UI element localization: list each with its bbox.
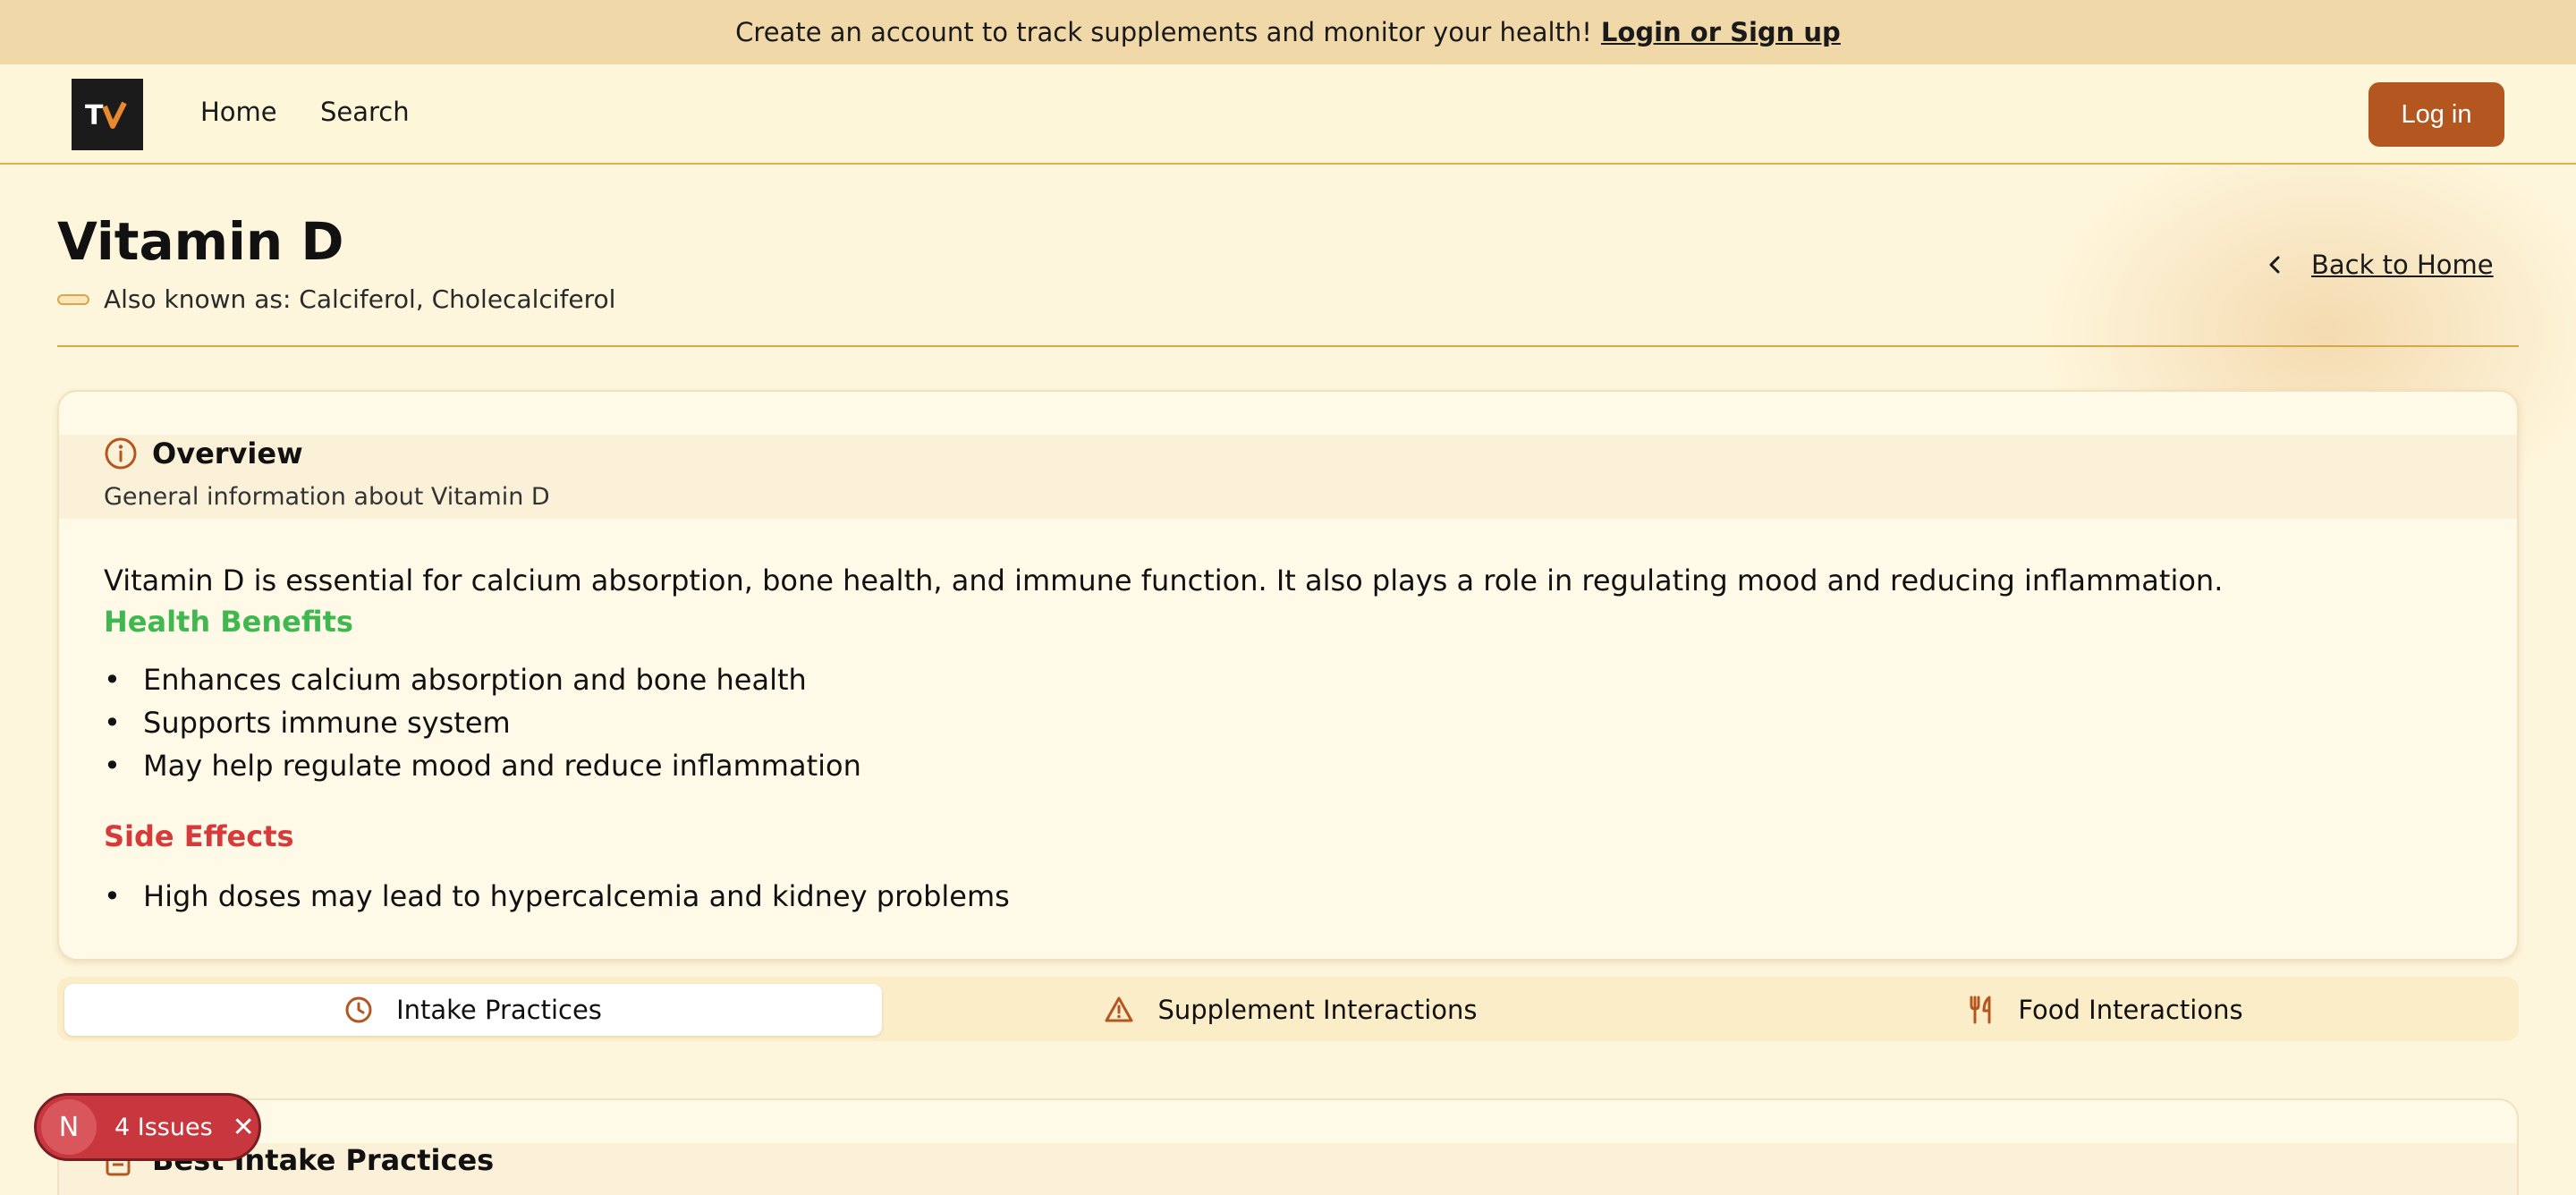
benefits-list: Enhances calcium absorption and bone hea… [104,658,861,787]
navbar: T Home Search Log in [0,64,2576,165]
logo-icon: T [85,100,127,130]
tab-label: Supplement Interactions [1157,995,1478,1025]
tab-bar: Intake Practices Supplement Interactions… [57,977,2519,1041]
issues-count: 4 Issues [114,1113,213,1141]
page-title: Vitamin D [57,211,344,272]
issues-badge[interactable]: N 4 Issues ✕ [34,1093,261,1161]
close-icon[interactable]: ✕ [233,1112,255,1143]
info-icon [104,436,138,474]
tab-food-interactions[interactable]: Food Interactions [1699,984,2512,1036]
utensils-icon [1968,995,1995,1025]
nav-search[interactable]: Search [320,97,410,127]
overview-title: Overview [152,436,303,470]
clock-icon [344,996,373,1024]
logo[interactable]: T [72,79,143,150]
overview-description: Vitamin D is essential for calcium absor… [104,564,2224,598]
aka-row: Also known as: Calciferol, Cholecalcifer… [57,284,615,314]
tab-supplement-interactions[interactable]: Supplement Interactions [882,984,1699,1036]
health-benefits-heading: Health Benefits [104,605,353,639]
warning-icon [1104,996,1134,1024]
announcement-banner: Create an account to track supplements a… [0,0,2576,64]
intake-card: Best Intake Practices [57,1098,2519,1195]
list-item: Enhances calcium absorption and bone hea… [104,658,861,701]
tab-label: Food Interactions [2018,995,2243,1025]
tab-intake-practices[interactable]: Intake Practices [64,984,882,1036]
chevron-left-icon [2268,255,2281,275]
dev-tools-logo: N [41,1099,97,1155]
aka-text: Also known as: Calciferol, Cholecalcifer… [104,284,616,314]
tab-label: Intake Practices [396,995,602,1025]
back-to-home-link[interactable]: Back to Home [2268,247,2494,283]
divider [57,345,2519,347]
list-item: Supports immune system [104,701,861,744]
list-item: High doses may lead to hypercalcemia and… [104,875,1010,918]
nav-home[interactable]: Home [200,97,277,127]
back-label: Back to Home [2311,250,2494,280]
tag-pill-icon [57,293,89,305]
overview-card: Overview General information about Vitam… [57,390,2519,961]
login-signup-link[interactable]: Login or Sign up [1601,17,1841,47]
banner-text: Create an account to track supplements a… [735,17,1592,47]
logo-letter: T [85,100,104,130]
login-button[interactable]: Log in [2368,82,2504,147]
overview-subtitle: General information about Vitamin D [104,483,550,511]
side-effects-list: High doses may lead to hypercalcemia and… [104,875,1010,918]
side-effects-heading: Side Effects [104,819,294,853]
list-item: May help regulate mood and reduce inflam… [104,744,861,787]
